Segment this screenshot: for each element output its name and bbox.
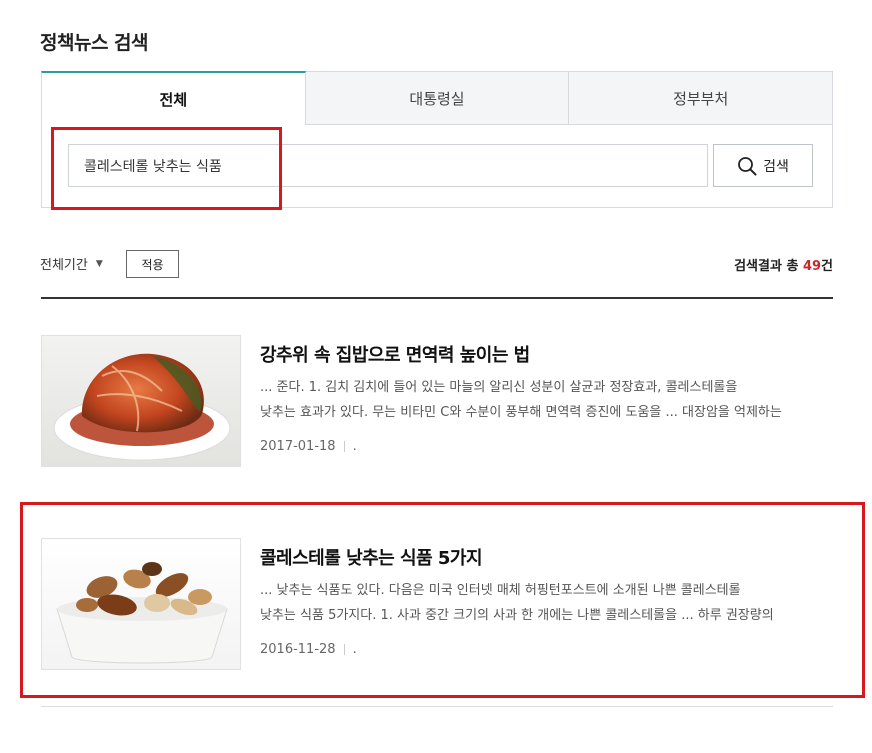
item-description: ... 낮추는 식품도 있다. 다음은 미국 인터넷 매체 허핑턴포스트에 소개… (260, 578, 830, 628)
search-button[interactable]: 검색 (713, 144, 813, 187)
kimchi-thumbnail[interactable] (41, 335, 241, 467)
search-panel: 검색 (41, 125, 833, 208)
result-count-suffix: 건 (821, 259, 833, 274)
item-date: 2016-11-28 (260, 642, 336, 657)
item-description-line: ... 낮추는 식품도 있다. 다음은 미국 인터넷 매체 허핑턴포스트에 소개… (260, 583, 741, 598)
kimchi-image (42, 336, 240, 466)
result-count-prefix: 검색결과 총 (734, 259, 803, 274)
search-button-label: 검색 (763, 158, 789, 175)
item-description: ... 준다. 1. 김치 김치에 들어 있는 마늘의 알리신 성분이 살균과 … (260, 375, 830, 425)
list-top-divider (41, 297, 833, 299)
tab-bar: 전체 대통령실 정부부처 (41, 71, 834, 125)
list-item[interactable]: 강추위 속 집밥으로 면역력 높이는 법 ... 준다. 1. 김치 김치에 들… (41, 335, 833, 470)
item-meta: 2017-01-18 . (260, 439, 357, 454)
item-meta: 2016-11-28 . (260, 642, 357, 657)
item-description-line: ... 준다. 1. 김치 김치에 들어 있는 마늘의 알리신 성분이 살균과 … (260, 380, 738, 395)
item-source: . (352, 642, 357, 657)
apply-button[interactable]: 적용 (126, 250, 179, 278)
caret-down-icon: ▼ (95, 258, 103, 269)
item-title[interactable]: 강추위 속 집밥으로 면역력 높이는 법 (260, 341, 530, 367)
meta-separator (343, 644, 345, 655)
item-description-line: 낮추는 효과가 있다. 무는 비타민 C와 수분이 풍부해 면역력 증진에 도움… (260, 405, 782, 420)
search-input[interactable] (68, 144, 708, 187)
result-count: 검색결과 총 49건 (734, 255, 833, 274)
filter-row: 전체기간 ▼ 적용 검색결과 총 49건 (40, 250, 833, 278)
item-source: . (352, 439, 357, 454)
meta-separator (343, 441, 345, 452)
item-title[interactable]: 콜레스테롤 낮추는 식품 5가지 (260, 544, 483, 570)
tab-ministries[interactable]: 정부부처 (569, 71, 834, 125)
page-title: 정책뉴스 검색 (40, 32, 149, 54)
period-label: 전체기간 (40, 258, 88, 273)
tab-all[interactable]: 전체 (41, 71, 306, 125)
list-divider (41, 706, 833, 707)
tab-presidential-office[interactable]: 대통령실 (305, 71, 570, 125)
nuts-image (42, 539, 240, 669)
result-count-number: 49 (802, 259, 822, 274)
search-icon (738, 156, 757, 175)
item-description-line: 낮추는 식품 5가지다. 1. 사과 중간 크기의 사과 한 개에는 나쁜 콜레… (260, 608, 774, 623)
list-item[interactable]: 콜레스테롤 낮추는 식품 5가지 ... 낮추는 식품도 있다. 다음은 미국 … (41, 538, 833, 673)
period-select[interactable]: 전체기간 ▼ (40, 254, 103, 273)
nuts-thumbnail[interactable] (41, 538, 241, 670)
item-date: 2017-01-18 (260, 439, 336, 454)
